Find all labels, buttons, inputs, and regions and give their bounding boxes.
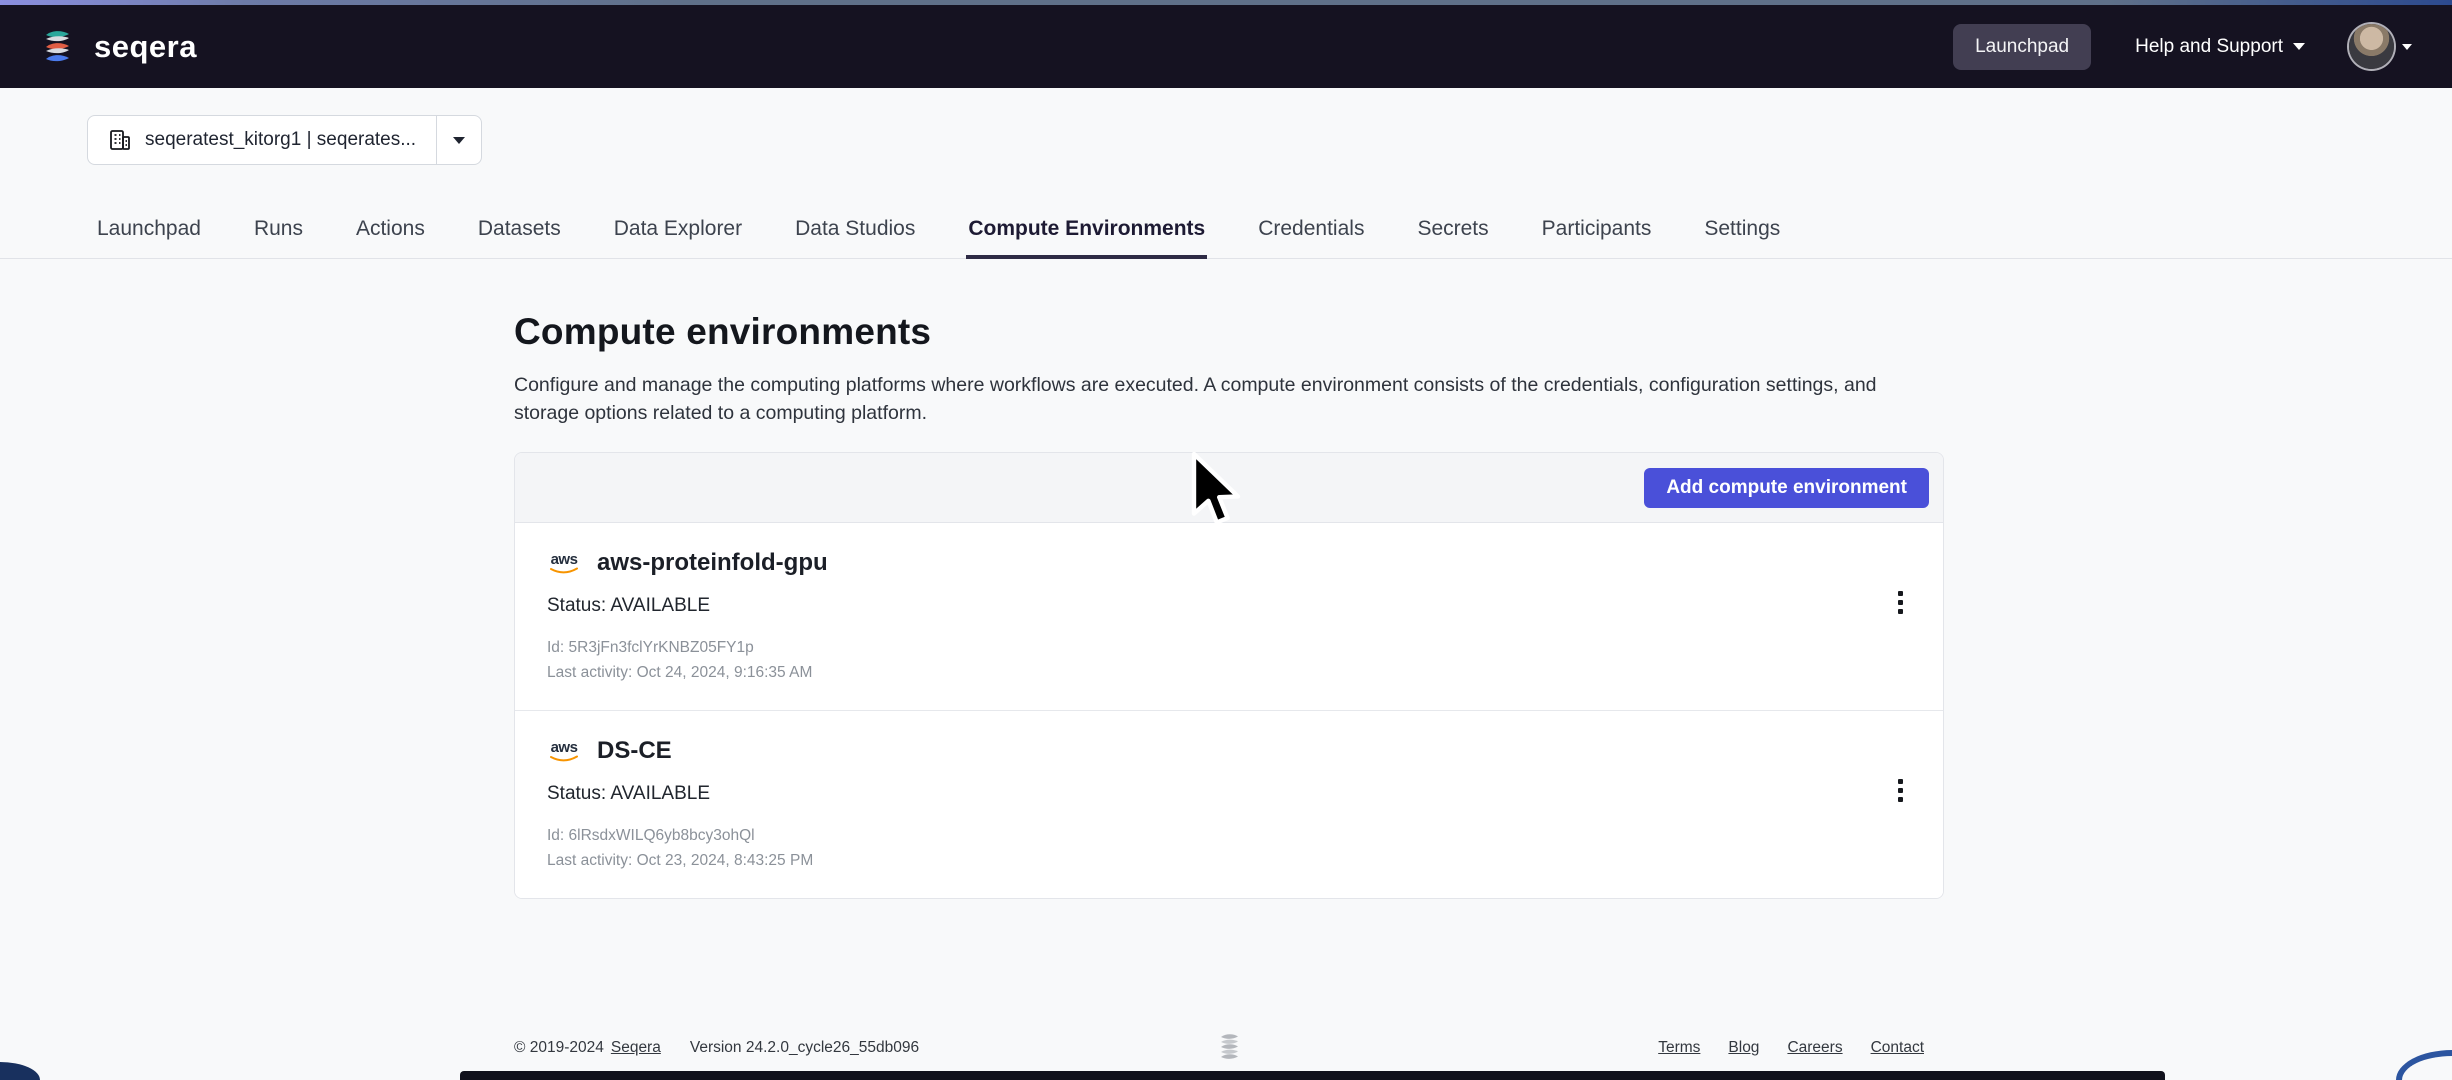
kebab-menu-icon[interactable]: [1887, 773, 1913, 807]
compute-environment-card: aws aws-proteinfold-gpu Status: AVAILABL…: [515, 523, 1943, 710]
seqera-mark-icon: [1217, 1032, 1241, 1067]
workspace-selector-caret[interactable]: [436, 116, 481, 164]
workspace-selector-value: seqeratest_kitorg1 | seqerates...: [145, 129, 417, 150]
blog-link[interactable]: Blog: [1728, 1039, 1759, 1057]
aws-icon: aws: [547, 740, 581, 763]
user-menu[interactable]: [2349, 24, 2412, 69]
tab-participants[interactable]: Participants: [1540, 209, 1654, 259]
version-text: Version 24.2.0_cycle26_55db096: [689, 1039, 920, 1056]
compute-environments-panel: Add compute environment aws aws-proteinf…: [514, 452, 1944, 899]
help-and-support-menu[interactable]: Help and Support: [2135, 36, 2305, 58]
help-and-support-label: Help and Support: [2135, 35, 2283, 57]
background-window-edge: [460, 1071, 2165, 1080]
page-description: Configure and manage the computing platf…: [514, 374, 1877, 424]
seqera-footer-link[interactable]: Seqera: [611, 1039, 661, 1057]
page-footer: © 2019-2024 Seqera Version 24.2.0_cycle2…: [514, 1030, 1944, 1066]
organization-icon: [110, 130, 130, 150]
workspace-tabs: Launchpad Runs Actions Datasets Data Exp…: [0, 209, 2452, 259]
contact-link[interactable]: Contact: [1871, 1039, 1924, 1057]
tab-secrets[interactable]: Secrets: [1415, 209, 1490, 259]
compute-environment-card: aws DS-CE Status: AVAILABLE Id: 6lRsdxWI…: [515, 710, 1943, 898]
chevron-down-icon: [453, 136, 466, 144]
compute-environments-toolbar: Add compute environment: [515, 453, 1943, 523]
tab-launchpad[interactable]: Launchpad: [95, 209, 203, 259]
tab-runs[interactable]: Runs: [252, 209, 305, 259]
seqera-logo-icon: [46, 30, 69, 61]
compute-environment-name[interactable]: aws-proteinfold-gpu: [597, 549, 828, 577]
add-compute-environment-button[interactable]: Add compute environment: [1644, 467, 1929, 508]
brand-name: seqera: [94, 28, 197, 64]
tab-data-explorer[interactable]: Data Explorer: [612, 209, 744, 259]
careers-link[interactable]: Careers: [1787, 1039, 1842, 1057]
kebab-menu-icon[interactable]: [1887, 585, 1913, 619]
tab-credentials[interactable]: Credentials: [1256, 209, 1366, 259]
compute-environment-last-activity: Last activity: Oct 23, 2024, 8:43:25 PM: [547, 852, 814, 869]
compute-environment-status: Status: AVAILABLE: [547, 595, 711, 616]
page-title: Compute environments: [514, 311, 932, 352]
chevron-down-icon: [2293, 43, 2305, 50]
compute-environment-name[interactable]: DS-CE: [597, 737, 672, 765]
tab-settings[interactable]: Settings: [1702, 209, 1782, 259]
workspace-selector[interactable]: seqeratest_kitorg1 | seqerates...: [87, 115, 483, 165]
compute-environment-id: Id: 5R3jFn3fclYrKNBZ05FY1p: [547, 639, 754, 656]
background-corner-decoration: [2396, 1050, 2452, 1080]
compute-environment-status: Status: AVAILABLE: [547, 783, 711, 804]
avatar: [2349, 24, 2394, 69]
tab-datasets[interactable]: Datasets: [476, 209, 563, 259]
tab-data-studios[interactable]: Data Studios: [793, 209, 917, 259]
tab-actions[interactable]: Actions: [354, 209, 427, 259]
compute-environment-id: Id: 6lRsdxWILQ6yb8bcy3ohQl: [547, 827, 755, 844]
terms-link[interactable]: Terms: [1658, 1039, 1700, 1057]
compute-environment-last-activity: Last activity: Oct 24, 2024, 9:16:35 AM: [547, 664, 813, 681]
aws-icon: aws: [547, 552, 581, 575]
tab-compute-environments[interactable]: Compute Environments: [966, 209, 1208, 259]
chevron-down-icon: [2402, 43, 2412, 50]
seqera-brand[interactable]: seqera: [36, 25, 197, 69]
top-navbar: seqera Launchpad Help and Support: [0, 5, 2452, 88]
copyright-text: © 2019-2024: [514, 1039, 604, 1056]
background-corner-decoration: [0, 1062, 40, 1080]
launchpad-button[interactable]: Launchpad: [1953, 23, 2092, 70]
